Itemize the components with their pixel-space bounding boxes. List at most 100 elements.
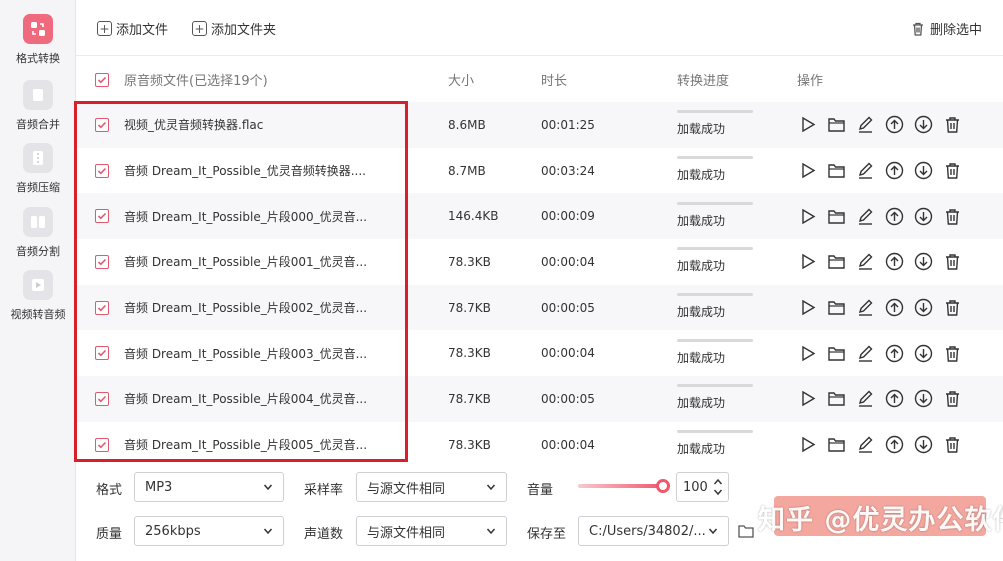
edit-icon[interactable]	[855, 161, 875, 181]
edit-icon[interactable]	[855, 435, 875, 455]
move-down-icon[interactable]	[913, 343, 933, 363]
sidebar-item-compress[interactable]: 音频压缩	[0, 143, 76, 195]
volume-slider-handle[interactable]	[656, 479, 670, 493]
sidebar-item-merge[interactable]: 音频合并	[0, 80, 76, 132]
sidebar-item-label: 视频转音频	[10, 308, 66, 321]
stepper-arrows-icon[interactable]	[713, 477, 723, 497]
open-folder-icon[interactable]	[826, 389, 846, 409]
row-checkbox[interactable]	[95, 422, 109, 468]
open-folder-icon[interactable]	[826, 115, 846, 135]
format-select[interactable]: MP3	[134, 472, 284, 502]
compress-icon	[23, 143, 53, 173]
edit-icon[interactable]	[855, 389, 875, 409]
conversion-progress: 加载成功	[677, 330, 753, 376]
file-name: 音频 Dream_It_Possible_片段002_优灵音...	[124, 301, 368, 316]
row-checkbox[interactable]	[95, 376, 109, 422]
edit-icon[interactable]	[855, 252, 875, 272]
play-icon[interactable]	[797, 389, 817, 409]
move-down-icon[interactable]	[913, 115, 933, 135]
move-up-icon[interactable]	[884, 435, 904, 455]
move-down-icon[interactable]	[913, 435, 933, 455]
quality-select[interactable]: 256kbps	[134, 516, 284, 546]
trash-icon[interactable]	[942, 206, 962, 226]
trash-icon[interactable]	[942, 389, 962, 409]
move-up-icon[interactable]	[884, 343, 904, 363]
table-row[interactable]: 音频 Dream_It_Possible_优灵音频转换器.... 8.7MB 0…	[76, 148, 1003, 194]
trash-icon[interactable]	[942, 298, 962, 318]
edit-icon[interactable]	[855, 298, 875, 318]
conversion-progress: 加载成功	[677, 193, 753, 239]
edit-icon[interactable]	[855, 206, 875, 226]
saveto-select[interactable]: C:/Users/34802/...	[578, 516, 729, 546]
trash-icon[interactable]	[942, 435, 962, 455]
trash-icon[interactable]	[942, 343, 962, 363]
move-up-icon[interactable]	[884, 161, 904, 181]
move-down-icon[interactable]	[913, 252, 933, 272]
play-icon[interactable]	[797, 298, 817, 318]
move-up-icon[interactable]	[884, 115, 904, 135]
play-icon[interactable]	[797, 161, 817, 181]
volume-stepper[interactable]: 100	[676, 472, 729, 502]
sidebar-item-format-convert[interactable]: 格式转换	[0, 14, 76, 66]
file-name: 音频 Dream_It_Possible_片段001_优灵音...	[124, 255, 368, 270]
file-name: 音频 Dream_It_Possible_片段004_优灵音...	[124, 392, 368, 407]
edit-icon[interactable]	[855, 115, 875, 135]
sidebar-item-video-to-audio[interactable]: 视频转音频	[0, 270, 76, 322]
select-all-checkbox[interactable]	[95, 57, 109, 102]
trash-icon[interactable]	[942, 252, 962, 272]
open-folder-icon[interactable]	[826, 298, 846, 318]
table-row[interactable]: 视频_优灵音频转换器.flac 8.6MB 00:01:25 加载成功	[76, 102, 1003, 148]
samplerate-select[interactable]: 与源文件相同	[356, 472, 507, 502]
add-file-button[interactable]: + 添加文件	[97, 19, 168, 38]
row-checkbox[interactable]	[95, 330, 109, 376]
play-icon[interactable]	[797, 435, 817, 455]
move-up-icon[interactable]	[884, 298, 904, 318]
sidebar-item-label: 音频合并	[16, 118, 60, 131]
table-row[interactable]: 音频 Dream_It_Possible_片段004_优灵音... 78.7KB…	[76, 376, 1003, 422]
table-row[interactable]: 音频 Dream_It_Possible_片段002_优灵音... 78.7KB…	[76, 284, 1003, 331]
open-folder-icon[interactable]	[826, 343, 846, 363]
row-checkbox[interactable]	[95, 148, 109, 194]
row-checkbox[interactable]	[95, 285, 109, 331]
file-table: 原音频文件(已选择19个) 大小 时长 转换进度 操作 视频_优灵音频转换器.f…	[76, 57, 1003, 468]
row-checkbox[interactable]	[95, 239, 109, 285]
play-icon[interactable]	[797, 343, 817, 363]
trash-icon[interactable]	[942, 161, 962, 181]
table-row[interactable]: 音频 Dream_It_Possible_片段003_优灵音... 78.3KB…	[76, 330, 1003, 376]
folder-icon[interactable]	[737, 522, 755, 540]
edit-icon[interactable]	[855, 343, 875, 363]
move-up-icon[interactable]	[884, 206, 904, 226]
file-size: 8.7MB	[448, 163, 486, 178]
row-checkbox[interactable]	[95, 193, 109, 239]
table-row[interactable]: 音频 Dream_It_Possible_片段000_优灵音... 146.4K…	[76, 193, 1003, 240]
open-folder-icon[interactable]	[826, 161, 846, 181]
channels-select[interactable]: 与源文件相同	[356, 516, 507, 546]
table-row[interactable]: 音频 Dream_It_Possible_片段005_优灵音... 78.3KB…	[76, 422, 1003, 468]
play-icon[interactable]	[797, 252, 817, 272]
sidebar-item-split[interactable]: 音频分割	[0, 207, 76, 259]
format-value: MP3	[145, 479, 173, 495]
row-checkbox[interactable]	[95, 102, 109, 148]
move-up-icon[interactable]	[884, 252, 904, 272]
volume-slider[interactable]	[578, 479, 670, 493]
delete-selected-label: 删除选中	[930, 23, 983, 38]
conversion-progress: 加载成功	[677, 239, 753, 285]
open-folder-icon[interactable]	[826, 252, 846, 272]
move-down-icon[interactable]	[913, 298, 933, 318]
trash-icon[interactable]	[942, 115, 962, 135]
merge-icon	[23, 80, 53, 110]
play-icon[interactable]	[797, 115, 817, 135]
play-icon[interactable]	[797, 206, 817, 226]
move-down-icon[interactable]	[913, 161, 933, 181]
add-folder-button[interactable]: + 添加文件夹	[192, 19, 276, 38]
table-row[interactable]: 音频 Dream_It_Possible_片段001_优灵音... 78.3KB…	[76, 239, 1003, 285]
move-down-icon[interactable]	[913, 389, 933, 409]
move-down-icon[interactable]	[913, 206, 933, 226]
open-folder-icon[interactable]	[826, 206, 846, 226]
open-folder-icon[interactable]	[826, 435, 846, 455]
move-up-icon[interactable]	[884, 389, 904, 409]
file-size: 78.3KB	[448, 346, 491, 361]
chevron-down-icon	[708, 528, 718, 535]
delete-selected-button[interactable]: 删除选中	[910, 19, 982, 38]
file-name: 音频 Dream_It_Possible_优灵音频转换器....	[124, 164, 366, 179]
